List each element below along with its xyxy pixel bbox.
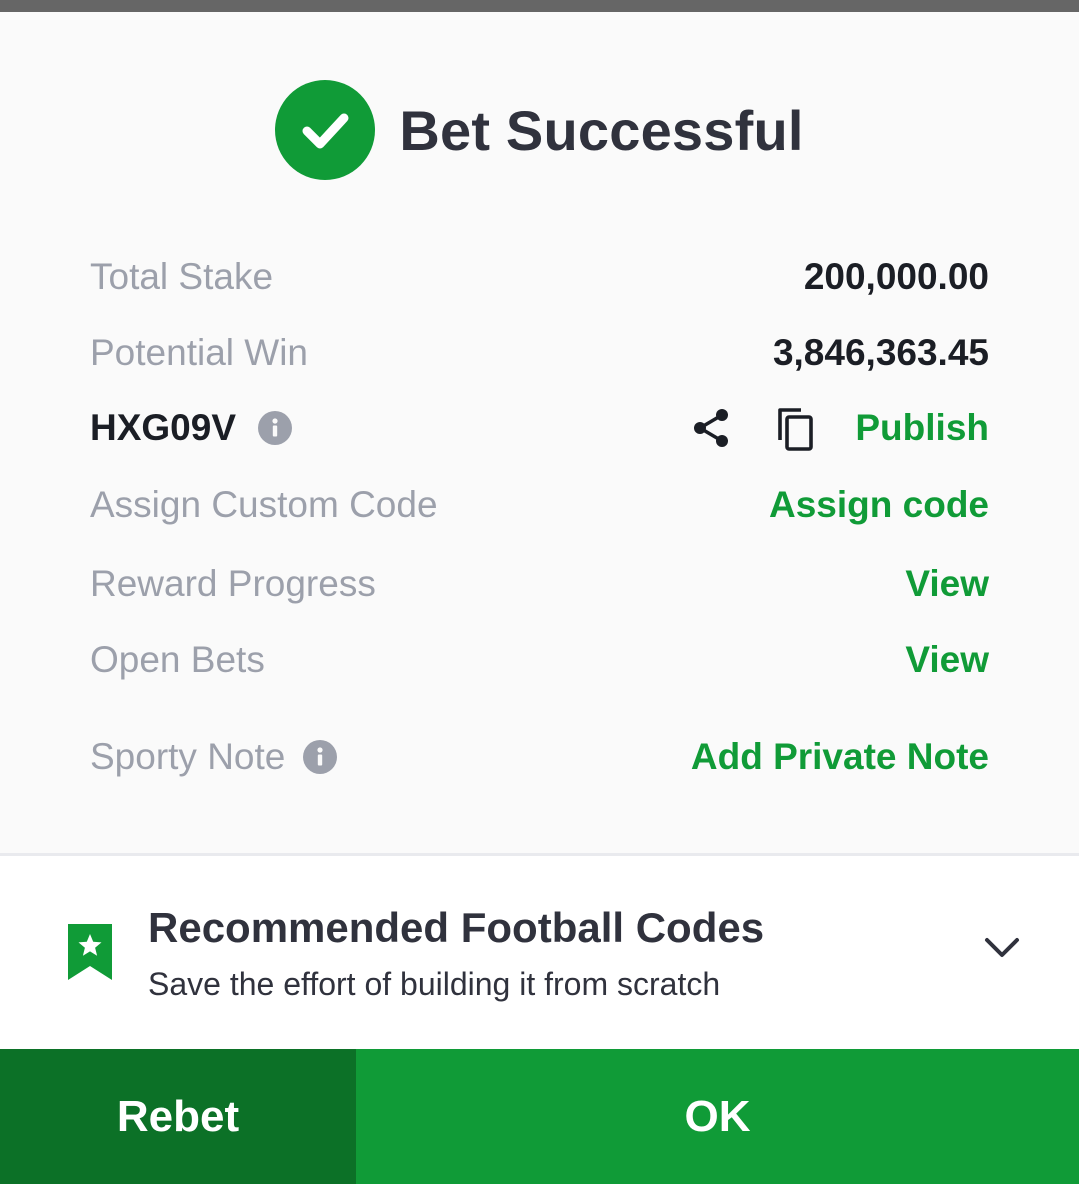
info-icon[interactable] [258, 411, 293, 445]
open-bets-view-link[interactable]: View [905, 639, 989, 681]
top-status-bar [0, 0, 1079, 12]
page-title: Bet Successful [399, 98, 804, 162]
reward-progress-view-link[interactable]: View [905, 563, 989, 605]
reward-progress-label: Reward Progress [90, 563, 376, 604]
add-private-note-link[interactable]: Add Private Note [691, 736, 989, 778]
recommended-subtitle: Save the effort of building it from scra… [148, 966, 721, 1002]
total-stake-value: 200,000.00 [803, 256, 989, 297]
ok-button[interactable]: OK [356, 1049, 1079, 1184]
bookmark-star-icon [66, 922, 114, 987]
open-bets-row: Open Bets View [90, 632, 989, 688]
chevron-down-icon[interactable] [984, 936, 1020, 965]
info-icon[interactable] [303, 740, 338, 774]
booking-code: HXG09V [90, 407, 237, 448]
copy-icon[interactable] [773, 404, 817, 452]
check-icon [275, 80, 376, 180]
potential-win-value: 3,846,363.45 [772, 332, 989, 373]
sporty-note-row: Sporty Note Add Private Note [90, 729, 989, 785]
potential-win-row: Potential Win 3,846,363.45 [90, 325, 989, 381]
total-stake-row: Total Stake 200,000.00 [90, 249, 989, 305]
sporty-note-label-group: Sporty Note [90, 736, 338, 778]
bet-success-header: Bet Successful [0, 78, 1079, 182]
reward-progress-row: Reward Progress View [90, 556, 989, 612]
recommended-title: Recommended Football Codes [148, 904, 765, 951]
booking-code-actions: Publish [689, 404, 989, 452]
open-bets-label: Open Bets [90, 639, 265, 680]
assign-code-row: Assign Custom Code Assign code [90, 477, 989, 533]
sporty-note-label: Sporty Note [90, 736, 286, 777]
rebet-button[interactable]: Rebet [0, 1049, 356, 1184]
recommended-codes-panel[interactable]: Recommended Football Codes Save the effo… [0, 856, 1079, 1049]
booking-code-row: HXG09V Publish [90, 400, 989, 456]
total-stake-label: Total Stake [90, 256, 274, 297]
potential-win-label: Potential Win [90, 332, 308, 373]
footer-actions: Rebet OK [0, 1049, 1079, 1184]
publish-link[interactable]: Publish [855, 407, 989, 449]
assign-code-link[interactable]: Assign code [769, 484, 989, 526]
share-icon[interactable] [689, 406, 733, 450]
assign-code-label: Assign Custom Code [90, 484, 438, 525]
booking-code-group: HXG09V [90, 407, 293, 449]
